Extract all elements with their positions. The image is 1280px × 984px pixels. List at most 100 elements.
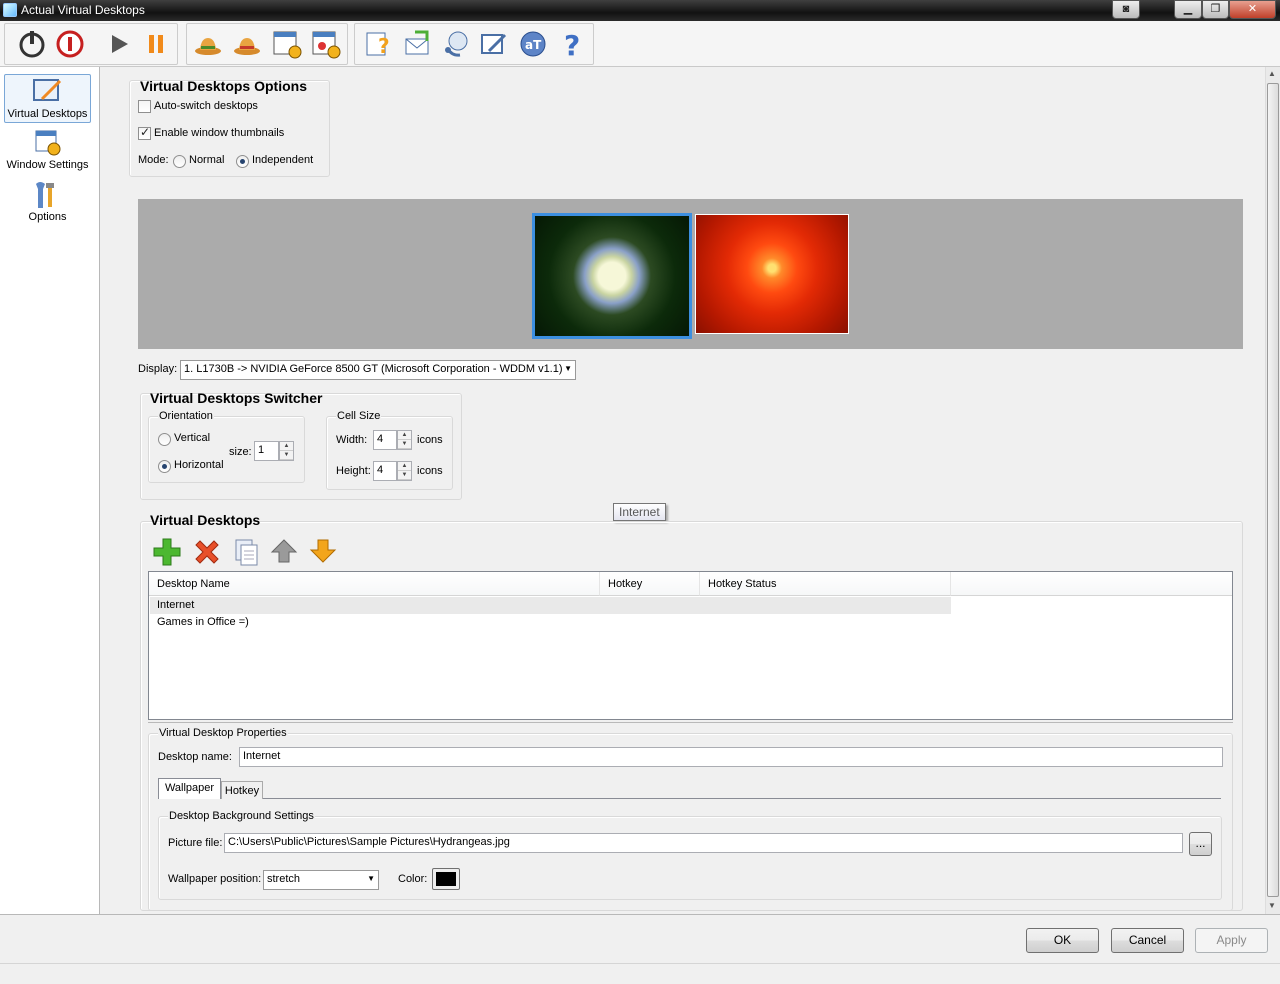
virtual-desktops-icon (32, 77, 64, 107)
nav-item-label: Virtual Desktops (7, 108, 88, 120)
chevron-up-icon[interactable]: ▲ (398, 462, 411, 471)
picture-file-label: Picture file: (168, 837, 223, 849)
arrow-up-icon (270, 539, 298, 563)
auto-switch-checkbox[interactable] (138, 100, 151, 113)
height-label: Height: (336, 465, 371, 477)
edit-icon[interactable] (477, 28, 511, 60)
mode-normal-radio[interactable] (173, 155, 186, 168)
background-settings-heading: Desktop Background Settings (168, 810, 315, 822)
thumbnails-checkbox[interactable] (138, 125, 151, 140)
chevron-down-icon[interactable]: ▼ (280, 451, 293, 460)
window-settings-user-icon[interactable] (309, 28, 343, 60)
window-settings-add-icon[interactable] (270, 28, 304, 60)
scrollbar-thumb[interactable] (1267, 83, 1279, 897)
size-input[interactable]: 1 (254, 441, 279, 461)
wallpaper-position-select[interactable]: stretch ▼ (263, 870, 379, 890)
scroll-down-arrow-icon[interactable]: ▼ (1268, 901, 1276, 910)
width-stepper[interactable]: ▲ ▼ (397, 430, 412, 450)
maximize-button[interactable]: ❐ (1202, 0, 1229, 19)
height-input[interactable]: 4 (373, 461, 397, 481)
pause-icon[interactable] (139, 28, 173, 60)
window-settings-icon (32, 128, 64, 158)
vertical-radio[interactable] (158, 433, 171, 446)
apply-button[interactable]: Apply (1195, 928, 1268, 953)
chevron-down-icon: ▼ (564, 364, 572, 373)
nav-item-virtual-desktops[interactable]: Virtual Desktops (4, 74, 91, 123)
desktop-thumbnail-chrysanthemum[interactable] (695, 214, 849, 334)
move-up-button[interactable] (270, 537, 298, 565)
close-button[interactable]: ✕ (1229, 0, 1276, 19)
desktop-name-input[interactable]: Internet (239, 747, 1223, 767)
plus-icon (153, 538, 181, 566)
width-unit: icons (417, 434, 443, 446)
nav-item-window-settings[interactable]: Window Settings (4, 126, 91, 176)
desktop-thumbnail-hydrangea[interactable] (532, 213, 692, 339)
chevron-down-icon[interactable]: ▼ (398, 471, 411, 480)
extra-window-button[interactable]: ◙ (1112, 0, 1140, 19)
desktop-name-cell: Games in Office =) (157, 616, 249, 628)
title-bar[interactable]: Actual Virtual Desktops ◙ ▁ ❐ ✕ (0, 0, 1280, 21)
email-icon[interactable] (401, 28, 435, 60)
tab-hotkey[interactable]: Hotkey (221, 781, 263, 799)
cancel-button[interactable]: Cancel (1111, 928, 1184, 953)
svg-text:aT: aT (525, 38, 542, 52)
hat-red-icon[interactable] (230, 28, 264, 60)
chevron-down-icon[interactable]: ▼ (398, 440, 411, 449)
tab-strip-line (263, 798, 1221, 799)
left-navigation: Virtual Desktops Window Settings Options (0, 67, 100, 914)
mode-independent-label: Independent (252, 154, 314, 166)
mode-normal-label: Normal (189, 154, 225, 166)
ok-button[interactable]: OK (1026, 928, 1099, 953)
divider (148, 722, 1233, 723)
stop-icon[interactable] (53, 28, 87, 60)
picture-file-input[interactable]: C:\Users\Public\Pictures\Sample Pictures… (224, 833, 1183, 853)
size-label: size: (229, 446, 252, 458)
column-header-hotkey[interactable]: Hotkey (600, 572, 700, 596)
question-icon[interactable]: ? (556, 28, 590, 60)
logo-icon[interactable]: aT (516, 28, 550, 60)
chevron-up-icon[interactable]: ▲ (398, 431, 411, 440)
table-row[interactable]: Games in Office =) (150, 614, 951, 631)
power-icon[interactable] (15, 28, 49, 60)
mode-independent-radio[interactable] (236, 155, 249, 168)
column-header-hotkey-status[interactable]: Hotkey Status (700, 572, 951, 596)
column-header-name[interactable]: Desktop Name (149, 572, 600, 596)
vertical-label: Vertical (174, 432, 211, 444)
table-row[interactable]: Internet (150, 597, 951, 614)
desktops-heading: Virtual Desktops (150, 512, 261, 528)
size-stepper[interactable]: ▲ ▼ (279, 441, 294, 461)
play-icon[interactable] (102, 28, 136, 60)
width-input[interactable]: 4 (373, 430, 397, 450)
options-heading: Virtual Desktops Options (140, 78, 307, 94)
nav-item-label: Options (28, 211, 67, 223)
vertical-scrollbar[interactable]: ▲ ▼ (1265, 67, 1280, 914)
color-picker-button[interactable] (432, 868, 460, 890)
auto-switch-label: Auto-switch desktops (154, 100, 258, 112)
scroll-up-arrow-icon[interactable]: ▲ (1268, 69, 1276, 78)
desktop-preview (138, 199, 1243, 349)
display-select[interactable]: 1. L1730B -> NVIDIA GeForce 8500 GT (Mic… (180, 360, 576, 380)
desktop-name-cell: Internet (157, 599, 195, 611)
hats-icon[interactable] (191, 28, 225, 60)
help-icon[interactable]: ? (362, 28, 396, 60)
copy-desktop-button[interactable] (232, 537, 262, 567)
height-stepper[interactable]: ▲ ▼ (397, 461, 412, 481)
delete-desktop-button[interactable] (192, 537, 222, 567)
nav-item-options[interactable]: Options (4, 178, 91, 228)
tooltip: Internet (613, 503, 666, 521)
horizontal-label: Horizontal (174, 459, 224, 471)
browse-button[interactable]: ... (1189, 832, 1212, 856)
chevron-up-icon[interactable]: ▲ (280, 442, 293, 451)
add-desktop-button[interactable] (152, 537, 182, 567)
minimize-button[interactable]: ▁ (1174, 0, 1202, 19)
support-icon[interactable] (440, 28, 474, 60)
tab-wallpaper[interactable]: Wallpaper (158, 778, 221, 799)
move-down-button[interactable] (309, 537, 337, 565)
color-label: Color: (398, 873, 428, 885)
desktops-table[interactable]: Desktop Name Hotkey Hotkey Status Intern… (148, 571, 1233, 720)
orientation-label: Orientation (158, 410, 214, 422)
toolbar: ? aT ? (0, 21, 1280, 67)
app-icon (3, 3, 17, 17)
nav-item-label: Window Settings (6, 159, 89, 171)
horizontal-radio[interactable] (158, 460, 171, 473)
